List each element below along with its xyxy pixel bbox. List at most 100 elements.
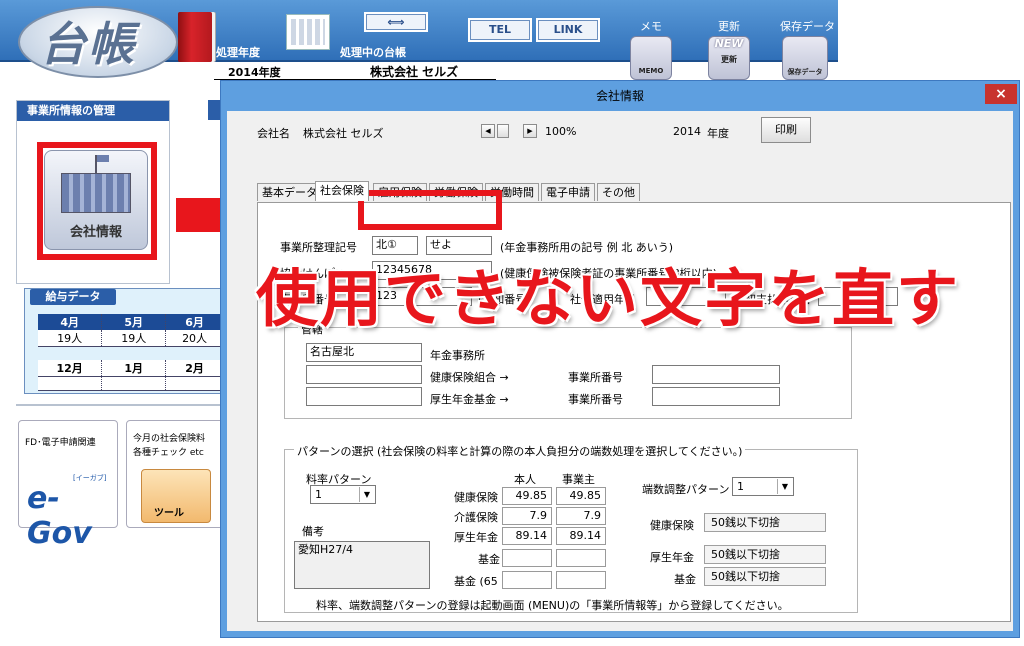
update-small-text: 更新 [721, 55, 737, 64]
app-logo: 台帳 [40, 17, 136, 71]
rate-row-label: 介護保険 [454, 511, 498, 524]
rounding-pattern-select[interactable]: 1 ▼ [732, 477, 794, 496]
current-ledger-label: 処理中の台帳 [340, 46, 406, 59]
person-column-header: 本人 [514, 473, 536, 486]
note-label: 備考 [302, 525, 324, 538]
headcount-cell [101, 376, 167, 391]
monthly-check-tile[interactable]: 今月の社会保険料 各種チェック etc ツール [126, 420, 226, 528]
rate-employer-cell[interactable] [556, 571, 606, 589]
memo-icon[interactable]: MEMO [630, 36, 672, 80]
rounding-value-field[interactable]: 50銭以下切捨 [704, 567, 826, 586]
company-info-label: 会社情報 [69, 225, 122, 240]
rate-person-cell[interactable] [502, 549, 552, 567]
month-header-row: 4月 5月 6月 [38, 314, 224, 330]
building-icon [61, 173, 131, 213]
health-union-label: 健康保険組合 → [430, 371, 509, 384]
rounding-row-label: 厚生年金 [650, 551, 694, 564]
pension-office-field[interactable]: 名古屋北 [306, 343, 422, 362]
note-field[interactable]: 愛知H27/4 [294, 541, 430, 589]
rate-pattern-select[interactable]: 1 ▼ [310, 485, 376, 504]
link-button[interactable]: LINK [536, 18, 600, 42]
close-button[interactable]: × [985, 84, 1017, 104]
month-cell[interactable]: 1月 [101, 360, 167, 377]
print-button[interactable]: 印刷 [761, 117, 811, 143]
rounding-pattern-label: 端数調整パターン [642, 483, 730, 496]
health-union-office-no-label: 事業所番号 [568, 371, 623, 384]
health-union-field[interactable] [306, 365, 422, 384]
month-cell[interactable]: 4月 [38, 314, 103, 330]
rate-employer-cell[interactable] [556, 549, 606, 567]
tab-other[interactable]: その他 [597, 183, 640, 201]
pension-office-label: 年金事務所 [430, 349, 485, 362]
zoom-level: 100% [545, 125, 577, 138]
company-info-dialog: 会社情報 × 会社名 株式会社 セルズ ◀ ▶ 100% 2014 年度 印刷 … [220, 80, 1020, 638]
welfare-fund-office-no-field[interactable] [652, 387, 780, 406]
zoom-decrease-button[interactable]: ◀ [481, 124, 495, 138]
month-cell[interactable]: 12月 [38, 360, 103, 377]
welfare-fund-field[interactable] [306, 387, 422, 406]
headcount-cell: 19人 [101, 330, 167, 347]
chevron-down-icon[interactable]: ▼ [359, 487, 374, 502]
tab-basic-data[interactable]: 基本データ [257, 183, 322, 201]
zoom-slider-thumb[interactable] [497, 124, 509, 138]
company-name-label: 会社名 [257, 127, 290, 140]
tel-button[interactable]: TEL [468, 18, 532, 42]
rate-person-cell[interactable]: 7.9 [502, 507, 552, 525]
welfare-fund-office-no-label: 事業所番号 [568, 393, 623, 406]
month-cell[interactable]: 6月 [165, 314, 224, 330]
rate-pattern-value: 1 [315, 488, 322, 501]
rounding-row-label: 基金 [674, 573, 696, 586]
rate-person-cell[interactable]: 89.14 [502, 527, 552, 545]
swap-arrows-button[interactable]: ⟺ [364, 12, 428, 32]
monthly-check-line2: 各種チェック etc [133, 448, 204, 458]
month-header-row: 12月 1月 2月 [38, 360, 224, 377]
footer-note: 料率、端数調整パターンの登録は起動画面 (MENU)の「事業所情報等」から登録し… [316, 599, 789, 612]
calendar-icon[interactable] [286, 14, 330, 50]
health-union-office-no-field[interactable] [652, 365, 780, 384]
headcount-cell: 20人 [165, 330, 224, 347]
month-cell[interactable]: 5月 [101, 314, 167, 330]
employer-column-header: 事業主 [562, 473, 595, 486]
rate-row-label: 健康保険 [454, 491, 498, 504]
rate-employer-cell[interactable]: 89.14 [556, 527, 606, 545]
rate-person-cell[interactable]: 49.85 [502, 487, 552, 505]
save-icon-label: 保存データ [787, 68, 823, 76]
rounding-pattern-value: 1 [737, 480, 744, 493]
tab-social-insurance[interactable]: 社会保険 [315, 181, 369, 201]
headcount-cell [165, 376, 224, 391]
memo-icon-label: MEMO [638, 67, 664, 75]
headcount-row [38, 376, 224, 391]
rate-person-cell[interactable] [502, 571, 552, 589]
rounding-value-field[interactable]: 50銭以下切捨 [704, 513, 826, 532]
save-data-icon[interactable]: 保存データ [782, 36, 828, 80]
tab-e-application[interactable]: 電子申請 [541, 183, 595, 201]
current-company-value: 株式会社 セルズ [370, 65, 459, 79]
overlay-caption: 使用できない文字を直す [256, 262, 961, 335]
rate-row-label: 厚生年金 [454, 531, 498, 544]
company-info-button[interactable]: 会社情報 [44, 150, 148, 250]
egov-tile[interactable]: FD･電子申請関連 [イーガブ] e-Gov [18, 420, 118, 551]
rounding-row-label: 健康保険 [650, 519, 694, 532]
fd-label: FD･電子申請関連 [25, 438, 96, 448]
update-label: 更新 [718, 20, 740, 33]
dialog-body: 会社名 株式会社 セルズ ◀ ▶ 100% 2014 年度 印刷 基本データ 社… [227, 111, 1013, 631]
year-value: 2014 [673, 125, 701, 138]
zoom-increase-button[interactable]: ▶ [523, 124, 537, 138]
rounding-value-field[interactable]: 50銭以下切捨 [704, 545, 826, 564]
update-icon[interactable]: NEW 更新 [708, 36, 750, 80]
company-name-value: 株式会社 セルズ [303, 127, 384, 140]
flag-icon [95, 155, 109, 173]
month-cell[interactable]: 2月 [165, 360, 224, 377]
rate-employer-cell[interactable]: 49.85 [556, 487, 606, 505]
headcount-cell: 19人 [38, 330, 103, 347]
tool-label: ツール [154, 508, 184, 519]
ledger-book-icon [178, 12, 212, 62]
rate-row-label: 基金 [478, 553, 500, 566]
highlight-box-office-code [358, 190, 502, 230]
update-new-text: NEW [714, 37, 744, 50]
chevron-down-icon[interactable]: ▼ [777, 479, 792, 494]
headcount-cell [38, 376, 103, 391]
rate-employer-cell[interactable]: 7.9 [556, 507, 606, 525]
salary-data-header: 給与データ [30, 289, 116, 305]
welfare-fund-label: 厚生年金基金 → [430, 393, 509, 406]
